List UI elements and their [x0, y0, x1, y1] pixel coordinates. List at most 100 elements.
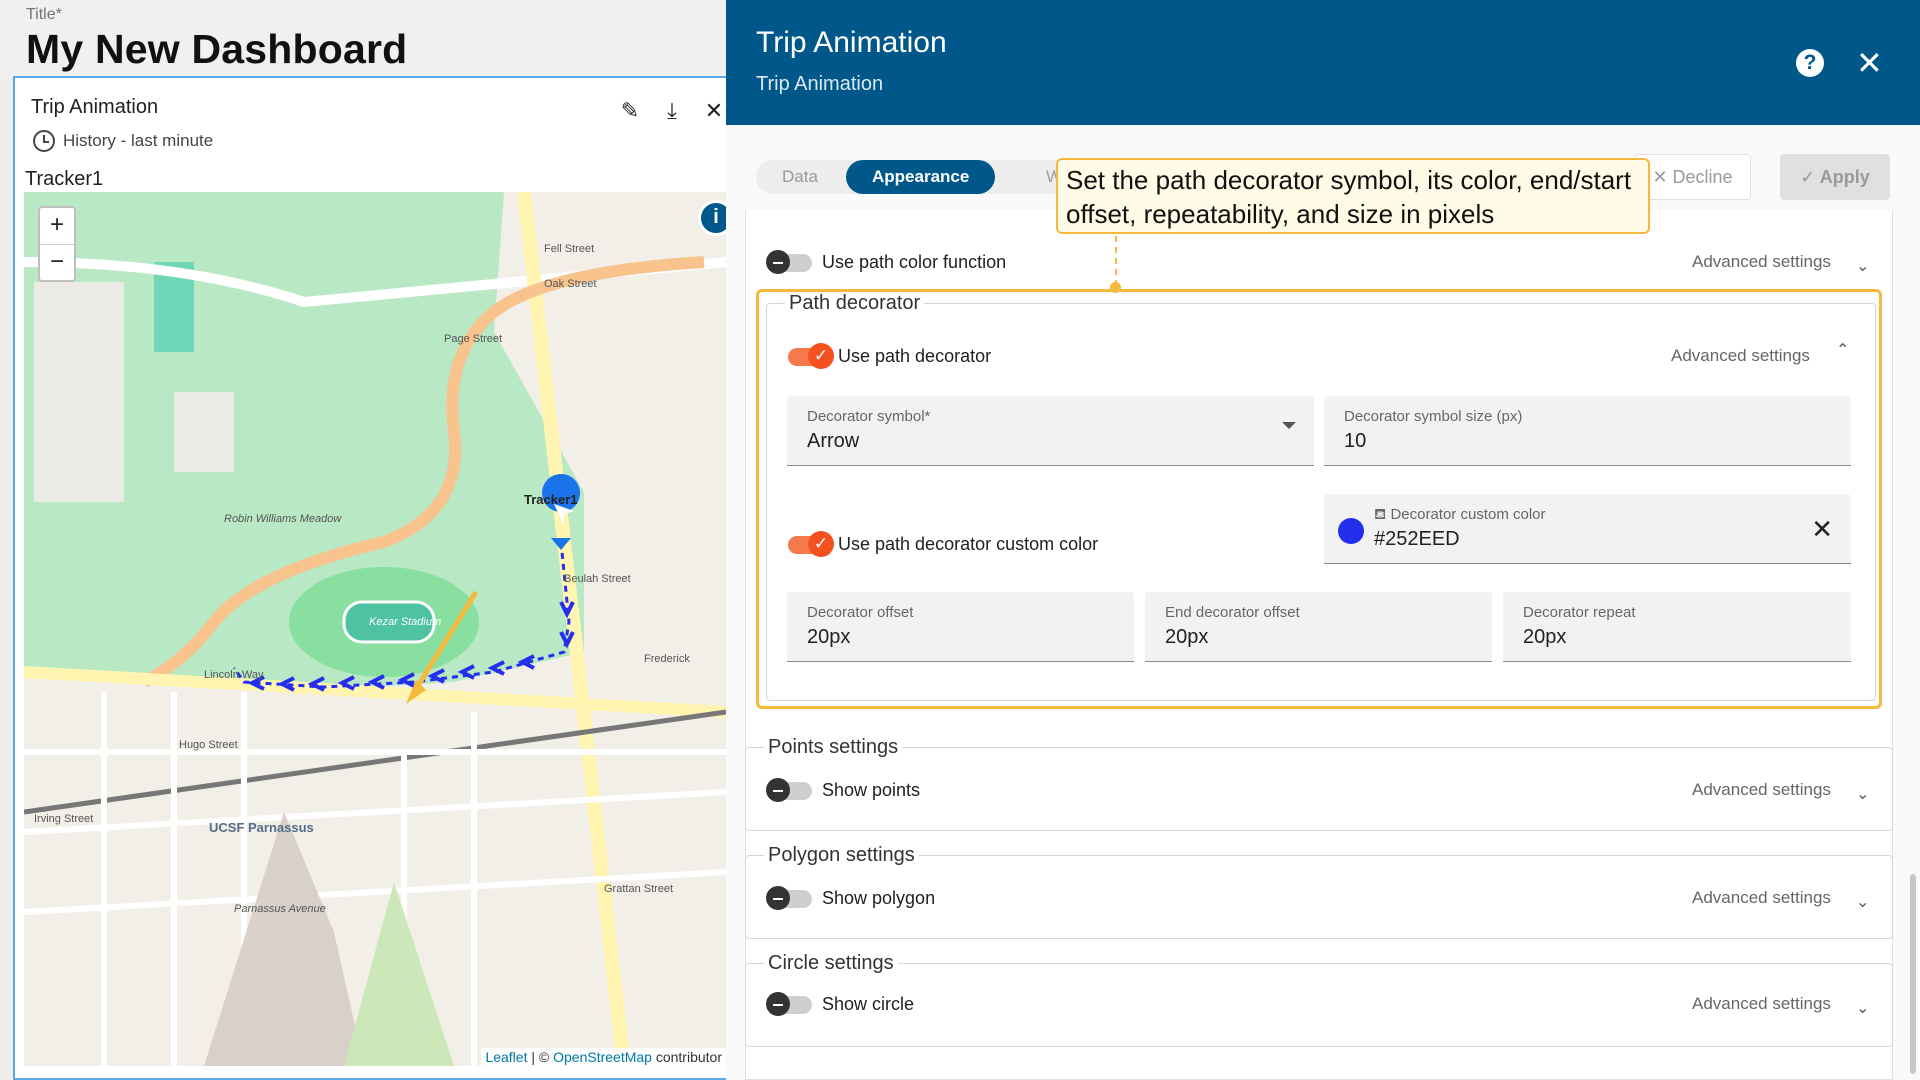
tracker-map-label: Tracker1: [524, 492, 578, 507]
ucsf-campus: [204, 812, 364, 1066]
show-circle-row: Show circle: [766, 991, 915, 1016]
panel-header: Trip Animation Trip Animation ? ✕: [726, 0, 1920, 125]
zoom-in-button[interactable]: +: [40, 208, 74, 244]
show-points-toggle[interactable]: [766, 777, 812, 802]
path-color-function-row: Use path color function: [766, 249, 1007, 274]
decorator-repeat-label: Decorator repeat: [1523, 604, 1636, 621]
tooltip-connector: [1115, 236, 1117, 286]
park-building: [174, 392, 234, 472]
map-attribution: Leaflet | © OpenStreetMap contributor: [481, 1048, 726, 1066]
show-polygon-label: Show polygon: [822, 888, 936, 908]
close-icon[interactable]: ✕: [702, 98, 726, 124]
panel-title: Trip Animation: [756, 26, 947, 59]
tooltip-anchor-dot: [1110, 282, 1121, 293]
edit-icon[interactable]: ✎: [618, 98, 642, 124]
path-color-function-label: Use path color function: [822, 252, 1007, 272]
attribution-tail: contributor: [651, 1049, 722, 1065]
decorator-custom-color-value: #252EED: [1374, 528, 1460, 550]
advanced-settings-link[interactable]: Advanced settings: [1692, 888, 1831, 908]
tab-data[interactable]: Data: [782, 160, 818, 194]
circle-settings-legend: Circle settings: [764, 952, 898, 975]
end-decorator-offset-label: End decorator offset: [1165, 604, 1300, 621]
chevron-down-icon[interactable]: ⌄: [1856, 892, 1869, 912]
show-points-row: Show points: [766, 777, 921, 802]
chevron-down-icon[interactable]: ⌄: [1856, 256, 1869, 276]
show-points-label: Show points: [822, 780, 921, 800]
close-icon: ✕: [1652, 167, 1673, 187]
kezar-stadium-label: Kezar Stadium: [369, 616, 441, 628]
show-circle-toggle[interactable]: [766, 991, 812, 1016]
fell-street-label: Fell Street: [544, 243, 594, 255]
use-custom-color-toggle[interactable]: [788, 530, 834, 557]
help-icon[interactable]: ?: [1796, 49, 1824, 77]
timewindow-label: History - last minute: [63, 131, 214, 150]
dashboard-header: Title* My New Dashboard: [0, 0, 726, 76]
decorator-custom-color-input[interactable]: ⛾ Decorator custom color #252EED ✕: [1324, 494, 1851, 564]
decorator-symbol-size-value: 10: [1344, 430, 1367, 452]
ucsf-label: UCSF Parnassus: [209, 820, 314, 835]
decorator-repeat-value: 20px: [1523, 626, 1567, 648]
use-custom-color-label: Use path decorator custom color: [838, 534, 1099, 554]
advanced-settings-link[interactable]: Advanced settings: [1692, 252, 1831, 272]
download-icon[interactable]: ⤓: [660, 98, 684, 124]
frederick-label: Frederick: [644, 653, 690, 665]
map-canvas: Tracker1 Kezar Stadium Lincoln Way Hugo …: [24, 192, 726, 1066]
tab-appearance[interactable]: Appearance: [846, 160, 996, 194]
decline-button[interactable]: ✕ Decline: [1634, 154, 1751, 200]
oak-street-label: Oak Street: [544, 278, 597, 290]
chevron-down-icon[interactable]: ⌄: [1856, 784, 1869, 804]
advanced-settings-link[interactable]: Advanced settings: [1671, 346, 1810, 366]
attribution-separator: | ©: [527, 1049, 554, 1065]
apply-button[interactable]: ✓ Apply: [1780, 154, 1890, 200]
paint-bucket-icon: ⛾: [1374, 506, 1391, 523]
page-street-label: Page Street: [444, 333, 502, 345]
map[interactable]: Tracker1 Kezar Stadium Lincoln Way Hugo …: [24, 192, 726, 1066]
hugo-street-label: Hugo Street: [179, 739, 238, 751]
show-circle-label: Show circle: [822, 994, 915, 1014]
advanced-settings-link[interactable]: Advanced settings: [1692, 994, 1831, 1014]
advanced-settings-link[interactable]: Advanced settings: [1692, 780, 1831, 800]
show-polygon-row: Show polygon: [766, 885, 936, 910]
decorator-offset-label: Decorator offset: [807, 604, 914, 621]
title-field-label: Title*: [26, 6, 62, 23]
use-path-decorator-label: Use path decorator: [838, 346, 992, 366]
decorator-custom-color-label: ⛾ Decorator custom color: [1374, 506, 1546, 523]
decorator-offset-value: 20px: [807, 626, 851, 648]
panel-subtitle: Trip Animation: [756, 73, 884, 95]
chevron-up-icon[interactable]: ⌃: [1836, 340, 1849, 360]
decline-label: Decline: [1672, 167, 1733, 187]
dashboard-title-input[interactable]: My New Dashboard: [26, 26, 407, 73]
clear-icon[interactable]: ✕: [1811, 514, 1833, 545]
end-decorator-offset-input[interactable]: End decorator offset 20px: [1145, 592, 1492, 662]
sutro-forest: [344, 882, 454, 1066]
color-swatch[interactable]: [1338, 518, 1364, 544]
irving-street-label: Irving Street: [34, 813, 93, 825]
osm-link[interactable]: OpenStreetMap: [553, 1049, 652, 1065]
path-color-function-toggle[interactable]: [766, 249, 812, 274]
chevron-down-icon[interactable]: ⌄: [1856, 998, 1869, 1018]
settings-tabs: Data Appearance Widg: [756, 160, 1096, 194]
clock-icon: [33, 130, 55, 152]
meadow-label: Robin Williams Meadow: [224, 513, 342, 525]
leaflet-link[interactable]: Leaflet: [485, 1049, 527, 1065]
check-icon: ✓: [1800, 167, 1820, 187]
decorator-offset-input[interactable]: Decorator offset 20px: [787, 592, 1134, 662]
timewindow[interactable]: History - last minute: [33, 130, 213, 152]
close-icon[interactable]: ✕: [1856, 44, 1883, 82]
tracker-label: Tracker1: [25, 168, 104, 190]
use-path-decorator-toggle[interactable]: [788, 342, 834, 369]
decorator-symbol-size-label: Decorator symbol size (px): [1344, 408, 1523, 425]
points-settings-legend: Points settings: [764, 736, 903, 759]
path-decorator-legend: Path decorator: [785, 292, 925, 315]
scrollbar[interactable]: [1910, 874, 1916, 1074]
show-polygon-toggle[interactable]: [766, 885, 812, 910]
decorator-symbol-select[interactable]: Decorator symbol* Arrow: [787, 396, 1314, 466]
zoom-control: + −: [38, 206, 76, 282]
use-custom-color-row: Use path decorator custom color: [788, 530, 1099, 557]
zoom-out-button[interactable]: −: [40, 244, 74, 280]
use-path-decorator-row: Use path decorator: [788, 342, 992, 369]
decorator-repeat-input[interactable]: Decorator repeat 20px: [1503, 592, 1851, 662]
widget-actions: ✎ ⤓ ✕: [618, 98, 726, 124]
decorator-symbol-size-input[interactable]: Decorator symbol size (px) 10: [1324, 396, 1851, 466]
lincoln-way-label: Lincoln Way: [204, 669, 264, 681]
